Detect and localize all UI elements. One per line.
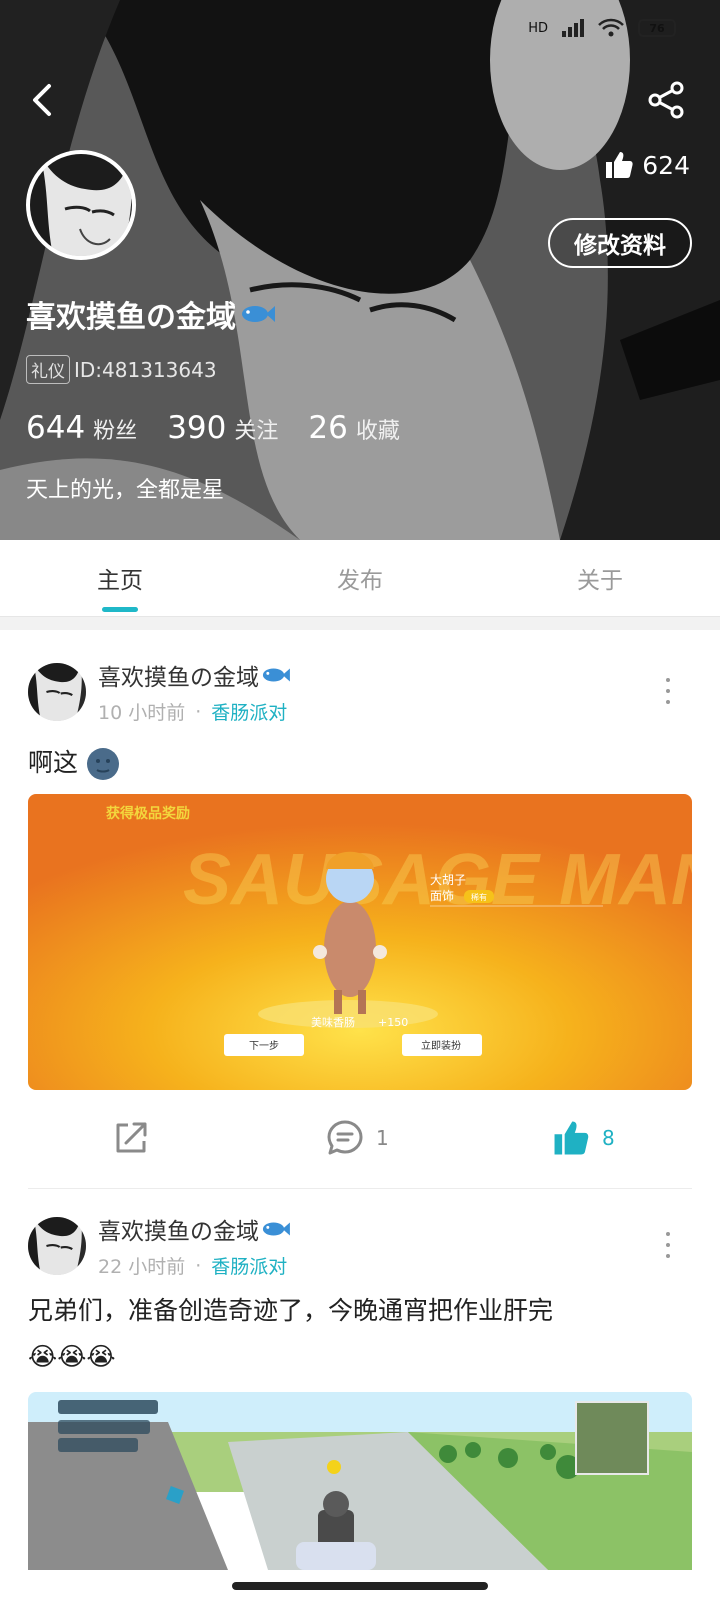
fish-icon: [242, 306, 275, 322]
post-meta: 10 小时前 · 香肠派对: [98, 698, 291, 725]
equip-now-button: 立即装扮: [421, 1039, 461, 1052]
etiquette-badge[interactable]: 礼仪: [26, 355, 70, 384]
stat-number: 644: [26, 410, 86, 446]
item-type: 面饰: [430, 889, 454, 903]
total-likes: 624: [604, 150, 690, 180]
post-author-avatar[interactable]: [28, 1216, 86, 1275]
profile-bio: 天上的光，全都是星: [26, 478, 225, 503]
profile-stats: 644 粉丝 390 关注 26 收藏: [26, 410, 430, 446]
item-rarity-tag: 稀有: [471, 892, 487, 902]
home-indicator[interactable]: [232, 1582, 488, 1590]
profile-avatar[interactable]: [26, 150, 136, 260]
post-text-content: 兄弟们，准备创造奇迹了，今晚通宵把作业肝完: [28, 1296, 554, 1325]
meta-separator: ·: [195, 1254, 202, 1277]
tab-home[interactable]: 主页: [0, 540, 240, 616]
back-icon: [33, 84, 51, 116]
stat-following[interactable]: 390 关注: [167, 410, 278, 446]
like-count: 8: [602, 1126, 615, 1150]
fish-icon: [262, 1222, 290, 1236]
thumbs-up-icon: [606, 152, 633, 178]
reward-title: 获得极品奖励: [106, 805, 190, 822]
post-actions: 1 8: [0, 1108, 720, 1168]
post-author-avatar[interactable]: [28, 662, 86, 721]
thumbs-up-icon: [554, 1121, 589, 1155]
stat-label: 关注: [234, 419, 279, 444]
meta-separator: ·: [195, 700, 202, 723]
comment-button[interactable]: 1: [326, 1119, 389, 1157]
post-image[interactable]: SAUSAGE MAN 获得极品奖励 大胡子 面饰 稀有 美味香肠 +150 下…: [28, 794, 692, 1090]
stat-number: 26: [308, 410, 348, 446]
total-likes-count: 624: [642, 150, 690, 180]
share-button[interactable]: [646, 80, 690, 124]
tab-about[interactable]: 关于: [480, 540, 720, 616]
game-gameplay-screenshot: [28, 1392, 692, 1570]
post-time: 22 小时前: [98, 1256, 186, 1278]
comment-count: 1: [376, 1126, 389, 1150]
status-bar: HD 76: [528, 18, 676, 38]
external-share-icon: [116, 1122, 147, 1153]
post-author-name-text: 喜欢摸鱼の金域: [98, 1219, 259, 1245]
wifi-icon: [598, 18, 624, 37]
post-author-name-text: 喜欢摸鱼の金域: [98, 665, 259, 691]
battery-indicator: 76: [638, 19, 676, 37]
stat-followers[interactable]: 644 粉丝: [26, 410, 137, 446]
post-image[interactable]: [28, 1392, 692, 1570]
comment-icon: [327, 1120, 363, 1155]
stat-favorites[interactable]: 26 收藏: [308, 410, 399, 446]
avatar-image: [28, 1216, 86, 1275]
crying-emoji-line: 😭😭😭: [28, 1342, 116, 1371]
profile-header: HD 76 624 修改资料 喜欢摸鱼の金域 礼仪 ID:481313643 6…: [0, 0, 720, 540]
stat-label: 收藏: [355, 419, 400, 444]
profile-tabs: 主页 发布 关于: [0, 540, 720, 616]
moon-face-emoji-icon: [86, 748, 119, 780]
character-name: 美味香肠: [311, 1016, 355, 1029]
post-author-name[interactable]: 喜欢摸鱼の金域: [98, 658, 291, 692]
signal-icon: [562, 19, 584, 37]
header-overlay: [0, 0, 720, 540]
post-more-button[interactable]: [662, 1232, 674, 1258]
post-more-button[interactable]: [662, 678, 674, 704]
profile-username-text: 喜欢摸鱼の金域: [26, 300, 236, 335]
profile-id-row: 礼仪 ID:481313643: [26, 355, 217, 384]
next-step-button: 下一步: [249, 1040, 279, 1052]
back-button[interactable]: [22, 80, 62, 120]
score-label: +150: [378, 1016, 408, 1029]
profile-id: ID:481313643: [74, 357, 217, 382]
post-author-name[interactable]: 喜欢摸鱼の金域: [98, 1212, 291, 1246]
post-topic-link[interactable]: 香肠派对: [211, 1252, 287, 1279]
like-post-button[interactable]: 8: [552, 1119, 615, 1157]
network-label: HD: [528, 20, 548, 36]
game-reward-screenshot: SAUSAGE MAN 获得极品奖励 大胡子 面饰 稀有 美味香肠 +150 下…: [28, 794, 692, 1090]
share-post-button[interactable]: [112, 1119, 150, 1157]
post-time: 10 小时前: [98, 702, 186, 724]
section-divider: [0, 616, 720, 630]
edit-profile-button[interactable]: 修改资料: [548, 218, 692, 268]
post-text: 啊这: [28, 740, 120, 786]
tab-posts[interactable]: 发布: [240, 540, 480, 616]
avatar-image: [28, 662, 86, 721]
post-topic-link[interactable]: 香肠派对: [211, 698, 287, 725]
stat-number: 390: [167, 410, 227, 446]
post-text: 兄弟们，准备创造奇迹了，今晚通宵把作业肝完 😭😭😭: [28, 1288, 553, 1380]
post-header: 喜欢摸鱼の金域 22 小时前 · 香肠派对: [28, 1212, 291, 1279]
fish-icon: [262, 668, 290, 682]
post-divider: [28, 1188, 692, 1189]
item-name: 大胡子: [430, 873, 466, 887]
post-text-content: 啊这: [28, 748, 79, 777]
post-meta: 22 小时前 · 香肠派对: [98, 1252, 291, 1279]
share-icon: [648, 81, 684, 119]
stat-label: 粉丝: [93, 419, 138, 444]
profile-username: 喜欢摸鱼の金域: [26, 292, 276, 336]
post-header: 喜欢摸鱼の金域 10 小时前 · 香肠派对: [28, 658, 291, 725]
